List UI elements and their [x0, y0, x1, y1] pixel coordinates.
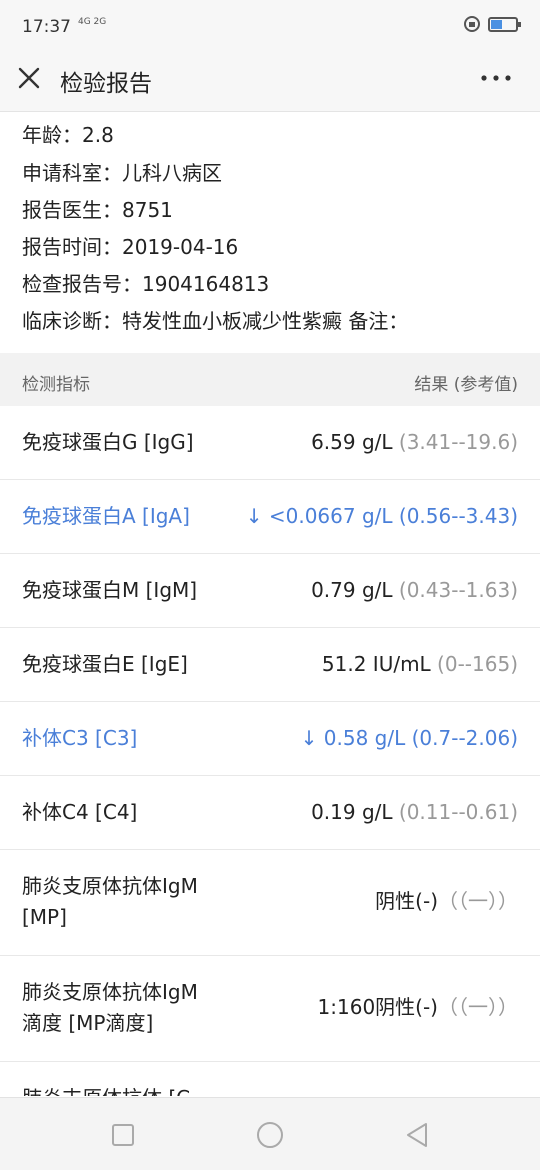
- row-value: 0.19 g/L: [311, 800, 393, 824]
- info-department: 申请科室：儿科八病区: [22, 161, 222, 185]
- header-indicator: 检测指标: [22, 375, 90, 395]
- recent-apps-icon[interactable]: [108, 1120, 138, 1150]
- app-bar: 检验报告: [0, 56, 540, 112]
- row-name: 免疫球蛋白A [IgA]: [22, 504, 190, 528]
- close-icon[interactable]: [14, 63, 44, 93]
- row-result: ↓ <0.0667 g/L (0.56--3.43): [246, 501, 518, 532]
- page-title: 检验报告: [60, 71, 152, 97]
- row-value: 6.59 g/L: [311, 430, 393, 454]
- row-ref: (0.56--3.43): [392, 504, 518, 528]
- table-row[interactable]: 免疫球蛋白G [IgG] 6.59 g/L (3.41--19.6): [0, 406, 540, 480]
- more-icon[interactable]: [476, 63, 516, 93]
- row-result: 0.19 g/L (0.11--0.61): [311, 797, 518, 828]
- table-row[interactable]: 补体C4 [C4] 0.19 g/L (0.11--0.61): [0, 776, 540, 850]
- battery-icon: [488, 16, 521, 32]
- row-name: 补体C3 [C3]: [22, 726, 138, 750]
- row-ref: （（一））: [438, 889, 518, 913]
- table-row[interactable]: 免疫球蛋白E [IgE] 51.2 IU/mL (0--165): [0, 628, 540, 702]
- row-name: 肺炎支原体抗体IgM [MP]: [22, 874, 198, 929]
- row-name: 肺炎支原体抗体IgM 滴度 [MP滴度]: [22, 980, 198, 1035]
- row-value: 51.2 IU/mL: [321, 652, 431, 676]
- result-list: 免疫球蛋白G [IgG] 6.59 g/L (3.41--19.6) 免疫球蛋白…: [0, 406, 540, 1096]
- table-row[interactable]: 补体C3 [C3] ↓ 0.58 g/L (0.7--2.06): [0, 702, 540, 776]
- table-row[interactable]: 肺炎支原体抗体IgM 滴度 [MP滴度] 1:160阴性(-)（（一））: [0, 956, 540, 1062]
- row-result: 0.79 g/L (0.43--1.63): [311, 575, 518, 606]
- row-result: 6.59 g/L (3.41--19.6): [311, 427, 518, 458]
- back-icon[interactable]: [402, 1120, 432, 1150]
- network-indicator: 4G 2G: [78, 17, 107, 27]
- row-name: 补体C4 [C4]: [22, 800, 138, 824]
- row-ref: (3.41--19.6): [392, 430, 518, 454]
- row-ref: (0.43--1.63): [392, 578, 518, 602]
- row-name: 免疫球蛋白G [IgG]: [22, 430, 194, 454]
- status-icons: [464, 16, 521, 32]
- row-name: 肺炎支原体抗体 [C: [22, 1083, 222, 1096]
- lock-icon: [464, 16, 480, 32]
- status-time: 17:37: [22, 17, 71, 37]
- row-result: 阴性(-)（（一））: [375, 886, 518, 917]
- row-name: 免疫球蛋白E [IgE]: [22, 652, 188, 676]
- row-value: 0.79 g/L: [311, 578, 393, 602]
- row-name: 免疫球蛋白M [IgM]: [22, 578, 198, 602]
- row-ref: (0.7--2.06): [405, 726, 518, 750]
- row-value: 1:160阴性(-): [317, 995, 438, 1019]
- status-bar: 17:37 4G 2G: [0, 0, 540, 56]
- info-report-number: 检查报告号：1904164813: [22, 272, 270, 296]
- row-value: 阴性(-): [375, 889, 438, 913]
- table-row[interactable]: 免疫球蛋白A [IgA] ↓ <0.0667 g/L (0.56--3.43): [0, 480, 540, 554]
- home-icon[interactable]: [255, 1120, 285, 1150]
- info-age: 年龄：2.8: [22, 123, 114, 147]
- table-row[interactable]: 肺炎支原体抗体 [C: [0, 1062, 540, 1096]
- info-report-time: 报告时间：2019-04-16: [22, 235, 239, 259]
- header-result: 结果 (参考值): [414, 375, 518, 395]
- row-result: ↓ 0.58 g/L (0.7--2.06): [301, 723, 518, 754]
- row-result: 51.2 IU/mL (0--165): [322, 649, 518, 680]
- table-header: 检测指标 结果 (参考值): [0, 353, 540, 406]
- info-diagnosis: 临床诊断：特发性血小板减少性紫癜 备注：: [22, 309, 409, 333]
- info-doctor: 报告医生：8751: [22, 198, 173, 222]
- row-ref: （（一））: [438, 995, 518, 1019]
- row-ref: (0.11--0.61): [392, 800, 518, 824]
- table-row[interactable]: 免疫球蛋白M [IgM] 0.79 g/L (0.43--1.63): [0, 554, 540, 628]
- row-result: 1:160阴性(-)（（一））: [318, 992, 518, 1023]
- row-value: ↓ 0.58 g/L: [300, 726, 406, 750]
- row-value: ↓ <0.0667 g/L: [245, 504, 393, 528]
- system-nav-bar: [0, 1097, 540, 1170]
- row-ref: (0--165): [430, 652, 518, 676]
- table-row[interactable]: 肺炎支原体抗体IgM [MP] 阴性(-)（（一））: [0, 850, 540, 956]
- report-info: 年龄：2.8 申请科室：儿科八病区 报告医生：8751 报告时间：2019-04…: [0, 113, 540, 353]
